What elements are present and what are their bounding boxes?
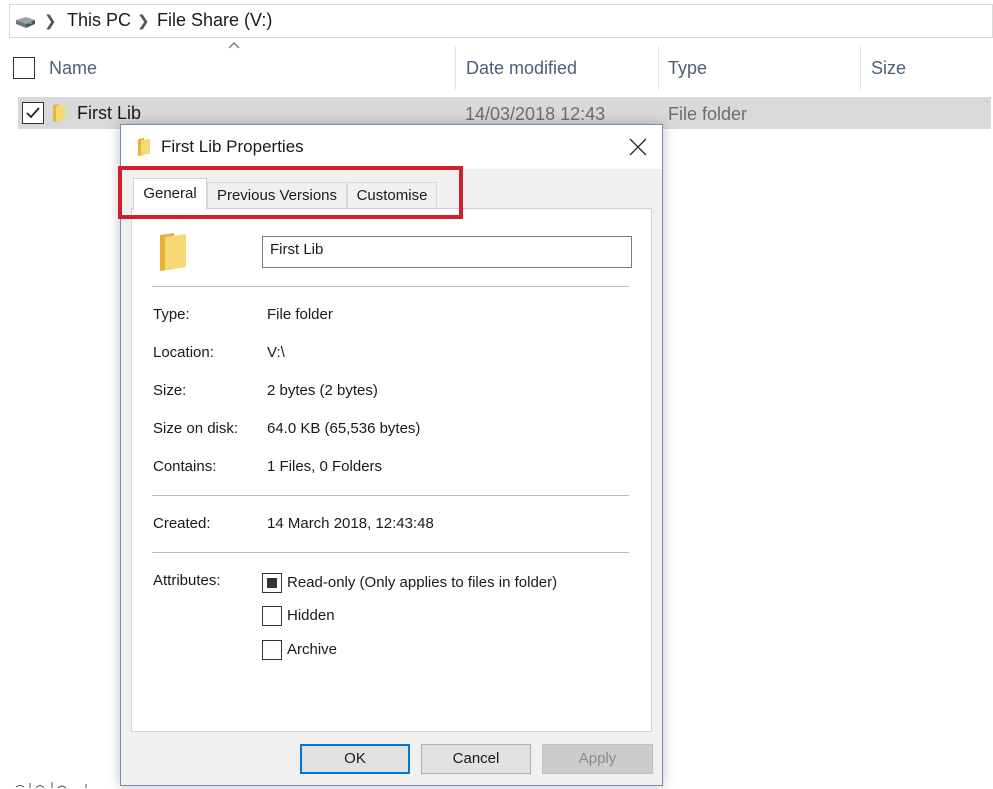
hidden-label[interactable]: Hidden [287,607,335,624]
cancel-button[interactable]: Cancel [421,744,531,774]
type-label: Type: [153,306,190,323]
dialog-title: First Lib Properties [161,137,304,156]
divider [152,552,629,553]
chevron-right-icon[interactable]: ❯ [44,12,57,30]
sort-ascending-icon [228,42,240,49]
chevron-right-icon[interactable]: ❯ [137,12,150,30]
location-value: V:\ [267,344,285,361]
tab-customise[interactable]: Customise [347,182,437,209]
folder-icon [138,138,150,156]
created-label: Created: [153,515,211,532]
read-only-checkbox[interactable] [262,573,282,593]
archive-label[interactable]: Archive [287,641,337,658]
column-header-name[interactable]: Name [49,58,97,79]
properties-dialog: First Lib Properties General Previous Ve… [120,124,663,786]
checkmark-icon [26,107,40,119]
row-date-modified: 14/03/2018 12:43 [465,104,606,124]
column-header-type[interactable]: Type [668,58,707,79]
size-on-disk-value: 64.0 KB (65,536 bytes) [267,420,421,437]
size-label: Size: [153,382,187,399]
folder-icon [160,233,186,271]
folder-icon [53,104,65,122]
close-icon [629,138,647,156]
row-type: File folder [668,104,748,124]
divider [152,495,629,496]
column-header-date-modified[interactable]: Date modified [466,58,577,79]
column-header-size[interactable]: Size [871,58,906,79]
created-value: 14 March 2018, 12:43:48 [267,515,434,532]
divider [152,286,629,287]
select-all-checkbox[interactable] [13,57,35,79]
folder-name-field[interactable]: First Lib [262,236,632,268]
tab-previous-versions[interactable]: Previous Versions [207,182,347,209]
contains-label: Contains: [153,458,217,475]
apply-button[interactable]: Apply [542,744,653,774]
address-bar[interactable]: ❯ This PC ❯ File Share (V:) [9,4,993,38]
archive-checkbox[interactable] [262,640,282,660]
breadcrumb-this-pc[interactable]: This PC [67,10,131,31]
column-divider[interactable] [658,46,659,90]
general-tab-panel: First Lib Type: File folder Location: V:… [131,208,652,732]
breadcrumb-file-share[interactable]: File Share (V:) [157,10,272,31]
attributes-label: Attributes: [153,572,221,589]
ok-button[interactable]: OK [300,744,410,774]
column-divider[interactable] [860,46,861,90]
column-divider[interactable] [455,46,456,90]
read-only-label[interactable]: Read-only (Only applies to files in fold… [287,574,557,591]
drive-icon [16,17,35,28]
size-on-disk-label: Size on disk: [153,420,239,437]
hidden-checkbox[interactable] [262,606,282,626]
close-button[interactable] [619,131,657,163]
location-label: Location: [153,344,214,361]
type-value: File folder [267,306,333,323]
contains-value: 1 Files, 0 Folders [267,458,383,475]
row-checkbox[interactable] [22,102,44,124]
row-name: First Lib [77,103,142,123]
size-value: 2 bytes (2 bytes) [267,382,378,399]
dialog-titlebar[interactable]: First Lib Properties [121,125,662,169]
tab-general[interactable]: General [133,178,207,210]
status-bar-text-fragment [15,782,87,789]
